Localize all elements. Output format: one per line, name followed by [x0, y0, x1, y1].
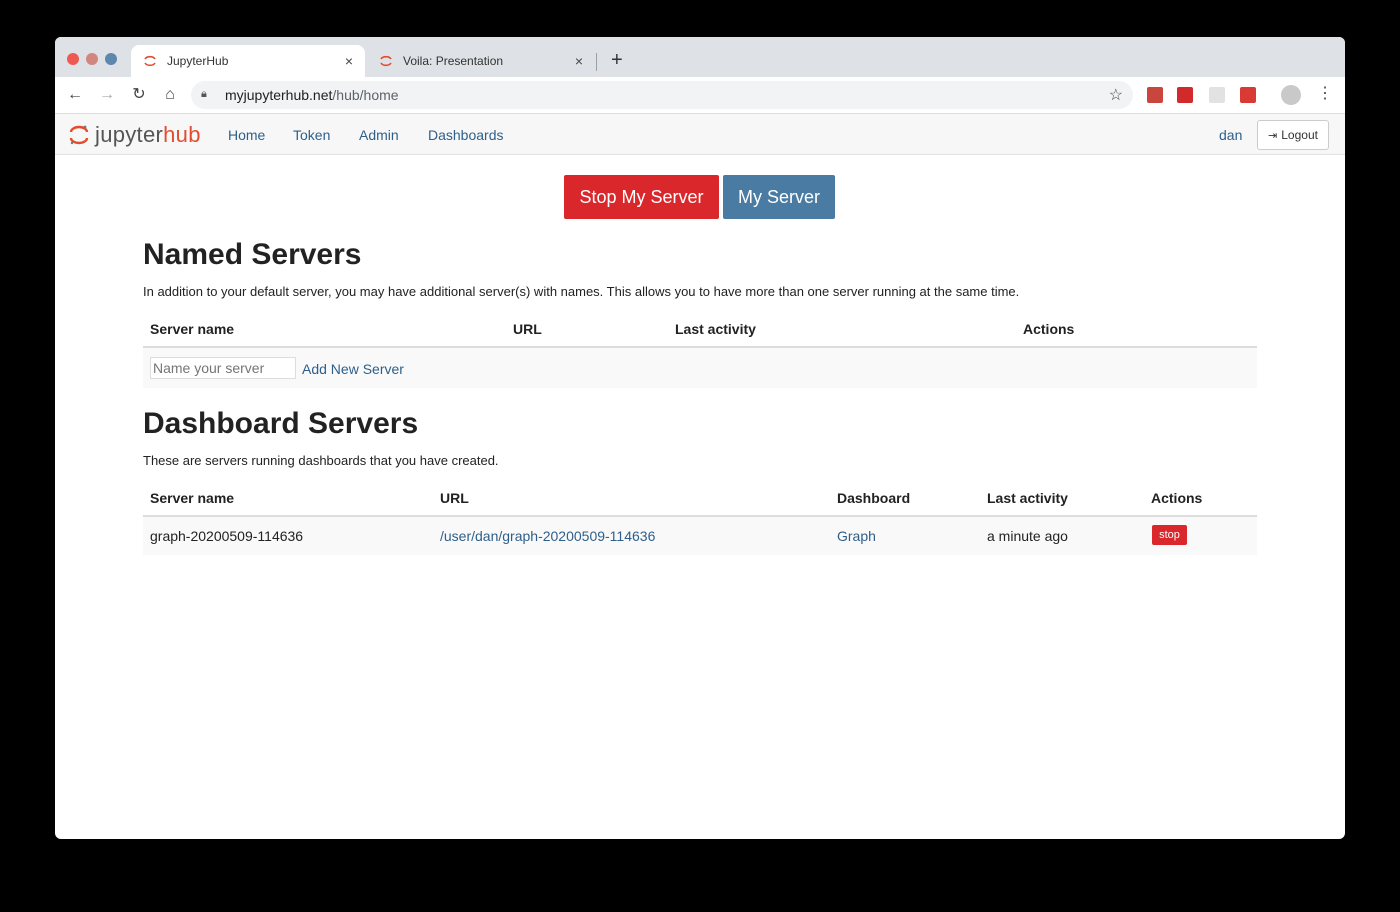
- logo-prefix: jupyter: [95, 122, 164, 147]
- extension-icon[interactable]: [1240, 87, 1256, 103]
- tab-jupyterhub[interactable]: JupyterHub ×: [131, 45, 365, 77]
- home-icon[interactable]: ⌂: [160, 85, 180, 105]
- named-servers-heading: Named Servers: [143, 238, 362, 271]
- table-row: [143, 515, 1257, 555]
- column-header: Dashboard: [837, 490, 911, 506]
- dashboard-servers-description: These are servers running dashboards tha…: [143, 453, 499, 468]
- dashboard-servers-heading: Dashboard Servers: [143, 407, 419, 440]
- tab-title: JupyterHub: [167, 54, 229, 68]
- logout-label: Logout: [1281, 128, 1318, 142]
- last-activity-cell: a minute ago: [987, 528, 1068, 544]
- column-header: Actions: [1023, 321, 1075, 337]
- jupyterhub-logo[interactable]: jupyterhub: [69, 120, 201, 150]
- browser-menu-icon[interactable]: ⋮: [1317, 84, 1333, 104]
- stop-my-server-button[interactable]: Stop My Server: [564, 175, 719, 219]
- column-header: URL: [513, 321, 542, 337]
- logo-wordmark: jupyterhub: [95, 122, 201, 148]
- nav-token[interactable]: Token: [293, 127, 330, 143]
- jupyter-favicon-icon: [144, 55, 156, 67]
- server-name-cell: graph-20200509-114636: [150, 528, 304, 544]
- nav-admin[interactable]: Admin: [359, 127, 399, 143]
- dashboard-link[interactable]: Graph: [837, 528, 876, 544]
- column-header: Server name: [150, 490, 235, 506]
- tab-voila-presentation[interactable]: Voila: Presentation ×: [367, 45, 595, 77]
- extension-icon[interactable]: [1209, 87, 1225, 103]
- url-text[interactable]: myjupyterhub.net/hub/home: [225, 87, 399, 103]
- column-header: Last activity: [675, 321, 756, 337]
- add-new-server-link[interactable]: Add New Server: [302, 361, 404, 377]
- logout-button[interactable]: ⇥ Logout: [1257, 120, 1329, 150]
- stop-server-button[interactable]: stop: [1152, 525, 1187, 545]
- my-server-button[interactable]: My Server: [723, 175, 835, 219]
- profile-avatar-icon[interactable]: [1281, 85, 1301, 105]
- back-icon[interactable]: ←: [65, 85, 85, 105]
- address-bar[interactable]: 🔒︎ myjupyterhub.net/hub/home ☆: [191, 81, 1133, 109]
- extension-icon[interactable]: [1147, 87, 1163, 103]
- close-tab-icon[interactable]: ×: [571, 53, 587, 69]
- close-window-icon[interactable]: [67, 53, 79, 65]
- column-header: URL: [440, 490, 469, 506]
- tab-title: Voila: Presentation: [403, 54, 504, 68]
- username: dan: [1219, 127, 1243, 143]
- jupyter-favicon-icon: [380, 55, 392, 67]
- server-name-input[interactable]: [150, 357, 296, 379]
- column-header: Last activity: [987, 490, 1068, 506]
- extension-icon[interactable]: [1177, 87, 1193, 103]
- nav-dashboards[interactable]: Dashboards: [428, 127, 504, 143]
- reload-icon[interactable]: ↻: [129, 85, 149, 105]
- logout-icon: ⇥: [1268, 129, 1278, 142]
- tab-strip: JupyterHub × Voila: Presentation × +: [55, 37, 1345, 77]
- nav-home[interactable]: Home: [228, 127, 265, 143]
- new-tab-button[interactable]: +: [611, 49, 623, 72]
- logo-suffix: hub: [163, 122, 201, 147]
- forward-icon[interactable]: →: [97, 85, 117, 105]
- minimize-window-icon[interactable]: [86, 53, 98, 65]
- column-header: Actions: [1151, 490, 1203, 506]
- column-header: Server name: [150, 321, 235, 337]
- url-path: /hub/home: [332, 87, 399, 103]
- hub-navbar: jupyterhub Home Token Admin Dashboards d…: [55, 114, 1345, 155]
- close-tab-icon[interactable]: ×: [341, 53, 357, 69]
- browser-window: JupyterHub × Voila: Presentation × + ← →…: [55, 37, 1345, 839]
- tab-divider: [596, 53, 597, 71]
- lock-icon: 🔒︎: [201, 88, 207, 100]
- bookmark-star-icon[interactable]: ☆: [1109, 85, 1123, 105]
- named-servers-description: In addition to your default server, you …: [143, 284, 1020, 299]
- jupyter-logo-icon: [69, 125, 89, 145]
- zoom-window-icon[interactable]: [105, 53, 117, 65]
- browser-toolbar: ← → ↻ ⌂ 🔒︎ myjupyterhub.net/hub/home ☆ ⋮: [55, 77, 1345, 114]
- url-host: myjupyterhub.net: [225, 87, 333, 103]
- server-url-link[interactable]: /user/dan/graph-20200509-114636: [440, 528, 655, 544]
